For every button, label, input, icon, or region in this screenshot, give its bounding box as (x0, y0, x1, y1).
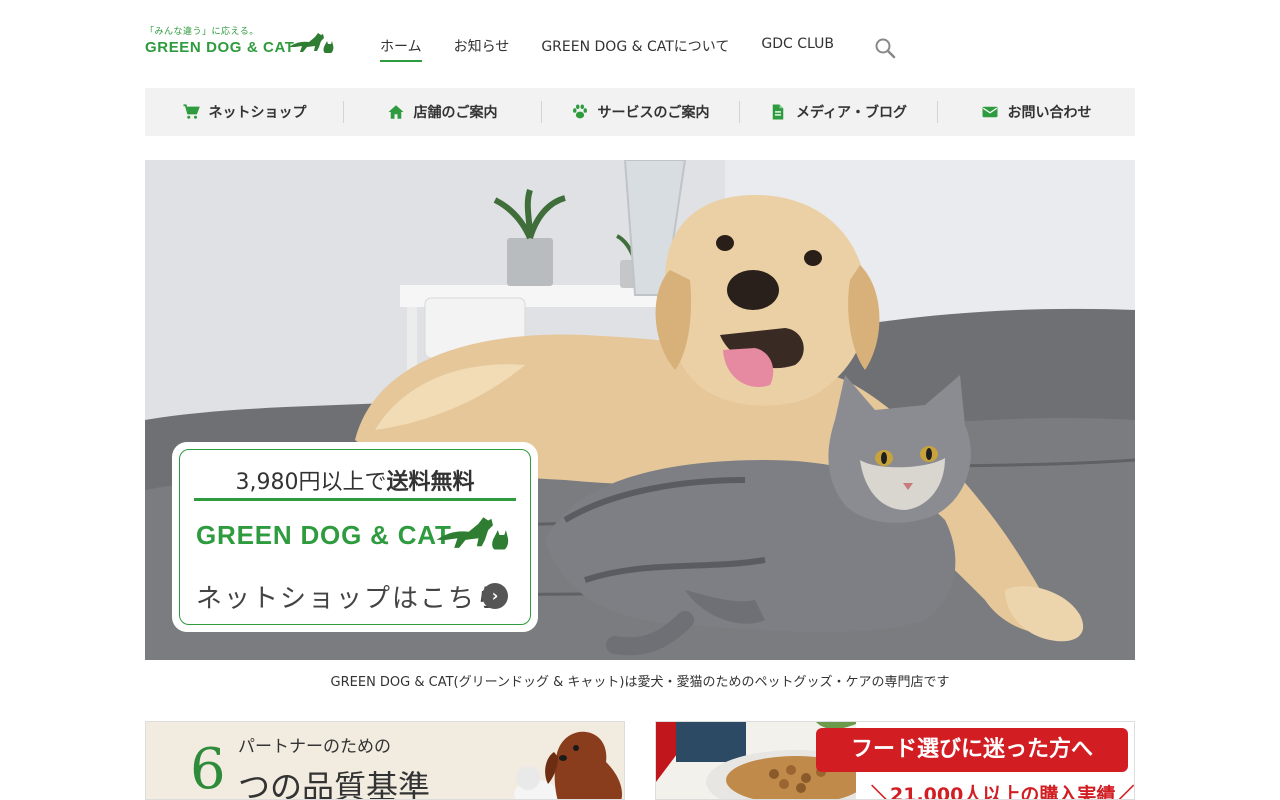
free-shipping-text: 3,980円以上で送料無料 (180, 464, 530, 496)
quality-standards-banner[interactable]: パートナーのための 6 つの品質基準 (145, 721, 625, 800)
chevron-right-icon: › (482, 583, 508, 609)
category-label: 店舗のご案内 (413, 105, 498, 121)
category-item-netshop[interactable]: ネットショップ (145, 88, 343, 136)
hero-banner[interactable]: 3,980円以上で送料無料 GREEN DOG & CAT ネットショップはこち… (145, 160, 1135, 660)
category-label: お問い合わせ (1007, 105, 1092, 121)
netshop-promo-card[interactable]: 3,980円以上で送料無料 GREEN DOG & CAT ネットショップはこち… (175, 445, 535, 629)
dachshund-cat-illustration (514, 731, 623, 799)
category-item-media[interactable]: メディア・ブログ (739, 88, 937, 136)
free-shipping-prefix: 3,980円以上で (235, 470, 387, 495)
nav-home[interactable]: ホーム (380, 36, 422, 62)
category-nav: ネットショップ 店舗のご案内 サービスのご案内 メディア・ブログ お問い合わせ (145, 88, 1135, 136)
site-logo[interactable]: 「みんな違う」に応える。 GREEN DOG & CAT (145, 24, 345, 64)
banner-number: 6 (190, 737, 226, 800)
banner-subtitle: ＼21,000人以上の購入実績／ (871, 784, 1135, 800)
free-shipping-emphasis: 送料無料 (386, 470, 475, 495)
category-item-contact[interactable]: お問い合わせ (937, 88, 1135, 136)
dog-cat-logo-icon (289, 33, 334, 53)
mail-icon (982, 106, 997, 118)
nav-news[interactable]: お知らせ (454, 36, 510, 62)
nav-gdc-club[interactable]: GDC CLUB (761, 36, 834, 62)
promo-logo-text: GREEN DOG & CAT (196, 520, 452, 550)
cart-icon (183, 104, 200, 119)
global-nav: ホーム お知らせ GREEN DOG & CATについて GDC CLUB (380, 36, 866, 62)
home-icon (388, 105, 403, 119)
category-label: サービスのご案内 (597, 105, 710, 121)
dog-cat-logo-icon (436, 517, 509, 550)
category-label: メディア・ブログ (795, 105, 908, 121)
search-icon[interactable] (873, 36, 897, 60)
document-icon (772, 104, 784, 120)
site-header: 「みんな違う」に応える。 GREEN DOG & CAT ホーム お知らせ GR… (145, 0, 1135, 88)
category-item-services[interactable]: サービスのご案内 (541, 88, 739, 136)
nav-about[interactable]: GREEN DOG & CATについて (541, 36, 729, 62)
category-label: ネットショップ (208, 105, 307, 121)
banner-title: つの品質基準 (238, 768, 431, 800)
food-selection-banner[interactable]: フード選びに迷った方へ ＼21,000人以上の購入実績／ (655, 721, 1135, 800)
site-description: GREEN DOG & CAT(グリーンドッグ & キャット)は愛犬・愛猫のため… (330, 675, 950, 690)
promo-frame: 3,980円以上で送料無料 GREEN DOG & CAT ネットショップはこち… (179, 449, 531, 625)
promo-divider (194, 498, 516, 501)
paw-icon (572, 104, 587, 119)
banner-title: フード選びに迷った方へ (816, 728, 1128, 772)
banner-subtitle: パートナーのための (238, 737, 391, 757)
logo-tagline: 「みんな違う」に応える。 (145, 27, 259, 37)
category-item-stores[interactable]: 店舗のご案内 (343, 88, 541, 136)
netshop-cta-text: ネットショップはこちら (196, 584, 505, 614)
logo-text: GREEN DOG & CAT (145, 39, 295, 56)
